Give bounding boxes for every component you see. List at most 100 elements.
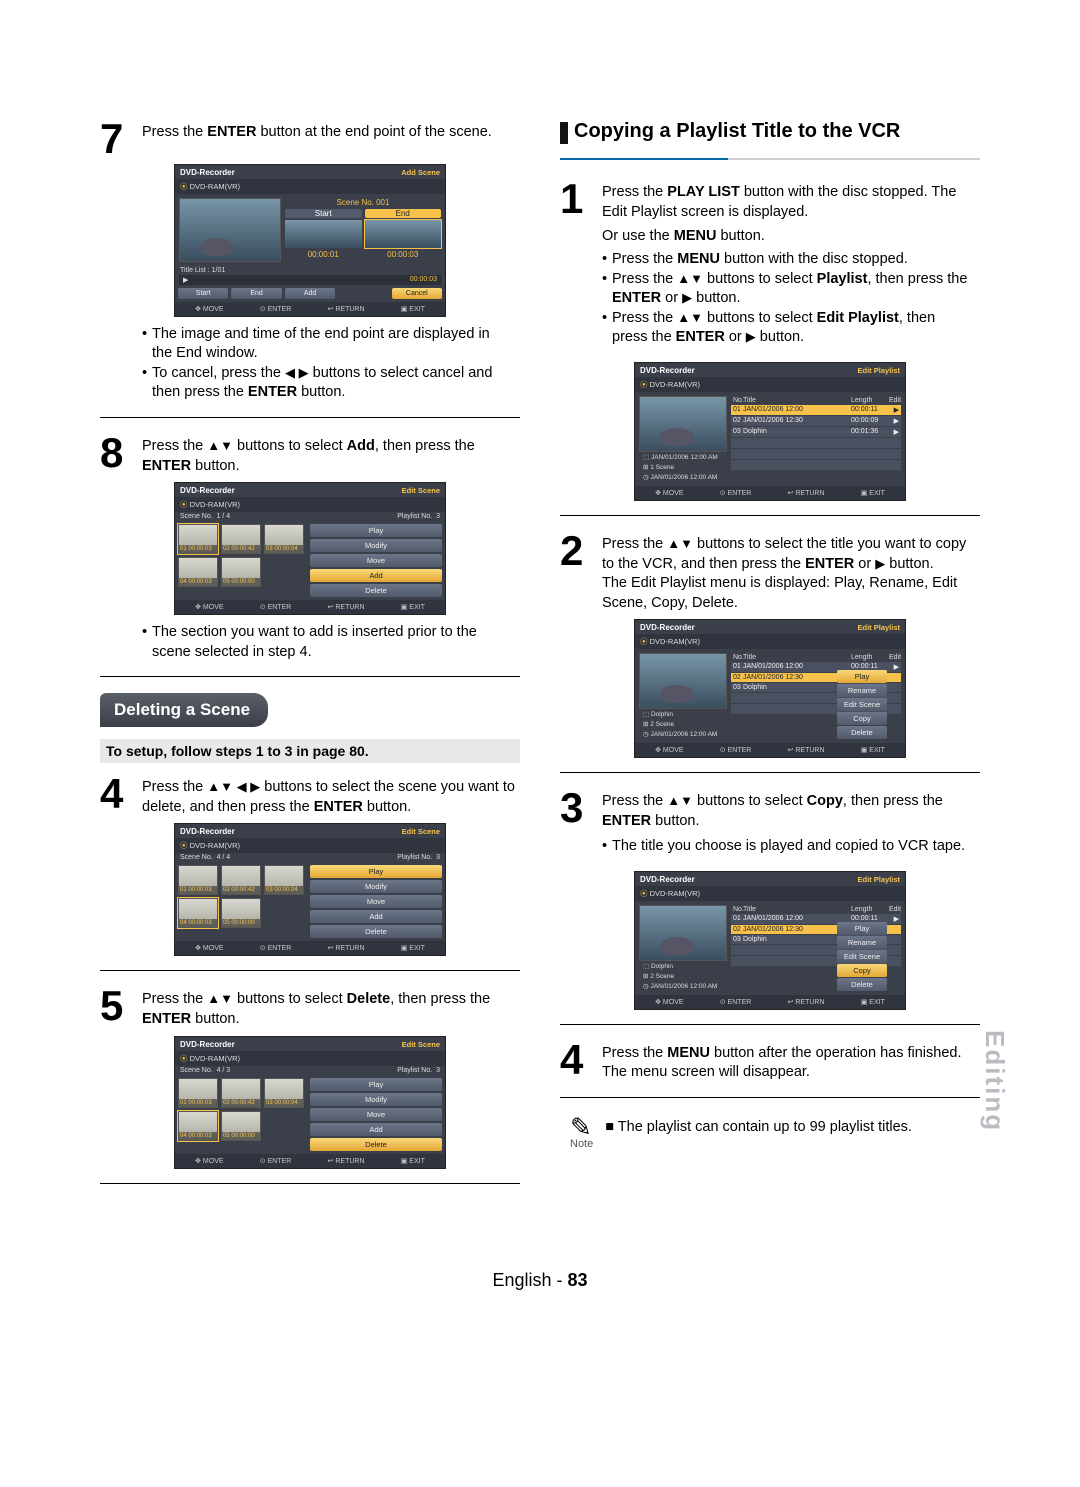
step-number: 3 [560,789,592,831]
step-8: 8 Press the ▲▼ buttons to select Add, th… [100,434,520,476]
heading-text: Copying a Playlist Title to the VCR [574,120,900,143]
ui-title: DVD-Recorder [180,1040,235,1049]
scene-thumb: 03 00:00:04 [264,524,304,554]
step-text: Press the ▲▼ buttons to select Copy, the… [602,789,980,831]
foot-move: ✥ MOVE [195,603,223,611]
step-text: Press the ▲▼ buttons to select Add, then… [142,434,520,476]
scene-thumb: 04 00:00:03 [178,898,218,928]
right-column: Copying a Playlist Title to the VCR 1 Pr… [560,120,980,1200]
popup-delete: Delete [837,726,887,739]
step-text: Press the ▲▼ buttons to select Delete, t… [142,987,520,1029]
playlist-no-value: 3 [436,513,440,520]
bullet-text: Press the ▲▼ buttons to select Playlist,… [612,270,970,309]
btn-end: End [231,288,281,299]
popup-play: Play [837,922,887,935]
scene-thumb: 03 00:00:04 [264,865,304,895]
or-menu: Or use the MENU button. [560,228,980,244]
divider [100,970,520,971]
section-heading: Copying a Playlist Title to the VCR [560,120,980,144]
ui-edit-scene-select: DVD-RecorderEdit Scene ⦿ DVD-RAM(VR) Sce… [174,823,446,956]
accent-divider [560,158,980,160]
preview-thumb [179,198,281,262]
note-label: Note [570,1138,593,1150]
foot-move: ✥ MOVE [195,305,223,313]
ui-disc: DVD-RAM(VR) [190,841,240,850]
thumb-label: 04 00:00:03 [179,578,217,586]
foot-exit: ▣ EXIT [401,603,425,611]
ui-disc: DVD-RAM(VR) [650,380,700,389]
divider [100,1183,520,1184]
meta-scene: 1 Scene [650,464,674,471]
popup-delete: Delete [837,978,887,991]
scene-no-label: Scene No. [180,513,213,520]
divider [560,515,980,516]
ui-disc: DVD-RAM(VR) [190,500,240,509]
popup-copy: Copy [837,964,887,977]
foot-return: ↩ RETURN [328,305,365,313]
heading-bar-icon [560,122,568,144]
scene-no-value: 1 / 4 [217,513,231,520]
popup-editscene: Edit Scene [837,698,887,711]
note-block: ✎ Note ■ The playlist can contain up to … [560,1118,980,1150]
step-2-copy: 2 Press the ▲▼ buttons to select the tit… [560,532,980,613]
step1-bullets: •Press the MENU button with the disc sto… [560,250,980,348]
subsection-delete-scene: Deleting a Scene [100,693,268,727]
popup-rename: Rename [837,684,887,697]
foot-return: ↩ RETURN [328,603,365,611]
step-4-delete: 4 Press the ▲▼ ◀ ▶ buttons to select the… [100,775,520,817]
side-play: Play [310,1078,442,1091]
scene-thumb: 02 00:00:42 [221,865,261,895]
ui-disc: DVD-RAM(VR) [190,182,240,191]
scene-thumb: 02 00:00:42 [221,1078,261,1108]
divider [560,1024,980,1025]
playlist-no-label: Playlist No. [397,513,432,520]
thumb-label: 05 00:00:00 [222,578,260,586]
scene-label: Scene No. 001 [285,198,441,207]
popup-rename: Rename [837,936,887,949]
step-text: Press the ▲▼ ◀ ▶ buttons to select the s… [142,775,520,817]
list-row [731,449,901,459]
step-text: Press the MENU button after the operatio… [602,1041,980,1083]
list-row: 03Dolphin00:01:36▶ [731,427,901,437]
list-row: 01JAN/01/2006 12:0000:00:11▶ [731,405,901,415]
ui-mode: Edit Playlist [857,366,900,375]
scene-thumb: 04 00:00:03 [178,1111,218,1141]
step-number: 5 [100,987,132,1029]
ui-edit-scene-delete: DVD-RecorderEdit Scene ⦿ DVD-RAM(VR) Sce… [174,1036,446,1169]
bullet-text: The image and time of the end point are … [152,325,510,364]
scene-thumb: 03 00:00:04 [264,1078,304,1108]
ui-title: DVD-Recorder [180,827,235,836]
list-row [731,460,901,470]
divider [560,772,980,773]
divider [100,417,520,418]
side-play: Play [310,524,442,537]
ui-edit-playlist-copy: DVD-RecorderEdit Playlist ⦿ DVD-RAM(VR) … [634,871,906,1010]
popup-editscene: Edit Scene [837,950,887,963]
list-row: 02JAN/01/2006 12:3000:00:09▶ [731,416,901,426]
footer-page: 83 [568,1270,588,1290]
step-3-copy: 3 Press the ▲▼ buttons to select Copy, t… [560,789,980,831]
ui-title: DVD-Recorder [640,366,695,375]
end-thumb [365,220,442,248]
play-icon: ▶ [183,276,188,284]
scene-thumb: 05 00:00:00 [221,1111,261,1141]
step7-bullets: •The image and time of the end point are… [100,325,520,403]
side-move: Move [310,895,442,908]
ui-edit-playlist-menu: DVD-RecorderEdit Playlist ⦿ DVD-RAM(VR) … [634,619,906,758]
step-number: 2 [560,532,592,613]
start-thumb [285,220,362,248]
preview-thumb [639,396,727,452]
ui-edit-playlist: DVD-RecorderEdit Playlist ⦿ DVD-RAM(VR) … [634,362,906,501]
popup-copy: Copy [837,712,887,725]
side-move: Move [310,554,442,567]
side-tab-editing: Editing [979,1030,1010,1132]
note-icon: ✎ [570,1118,593,1136]
side-move: Move [310,1108,442,1121]
start-label: Start [285,209,362,218]
scene-thumb: 04 00:00:03 [178,557,218,587]
meta-time: JAN/01/2006 12:00 AM [650,474,717,481]
scene-thumb: 02 00:00:42 [221,524,261,554]
foot-exit: ▣ EXIT [401,305,425,313]
bullet-text: To cancel, press the ◀ ▶ buttons to sele… [152,364,510,403]
end-time: 00:00:03 [365,250,442,259]
